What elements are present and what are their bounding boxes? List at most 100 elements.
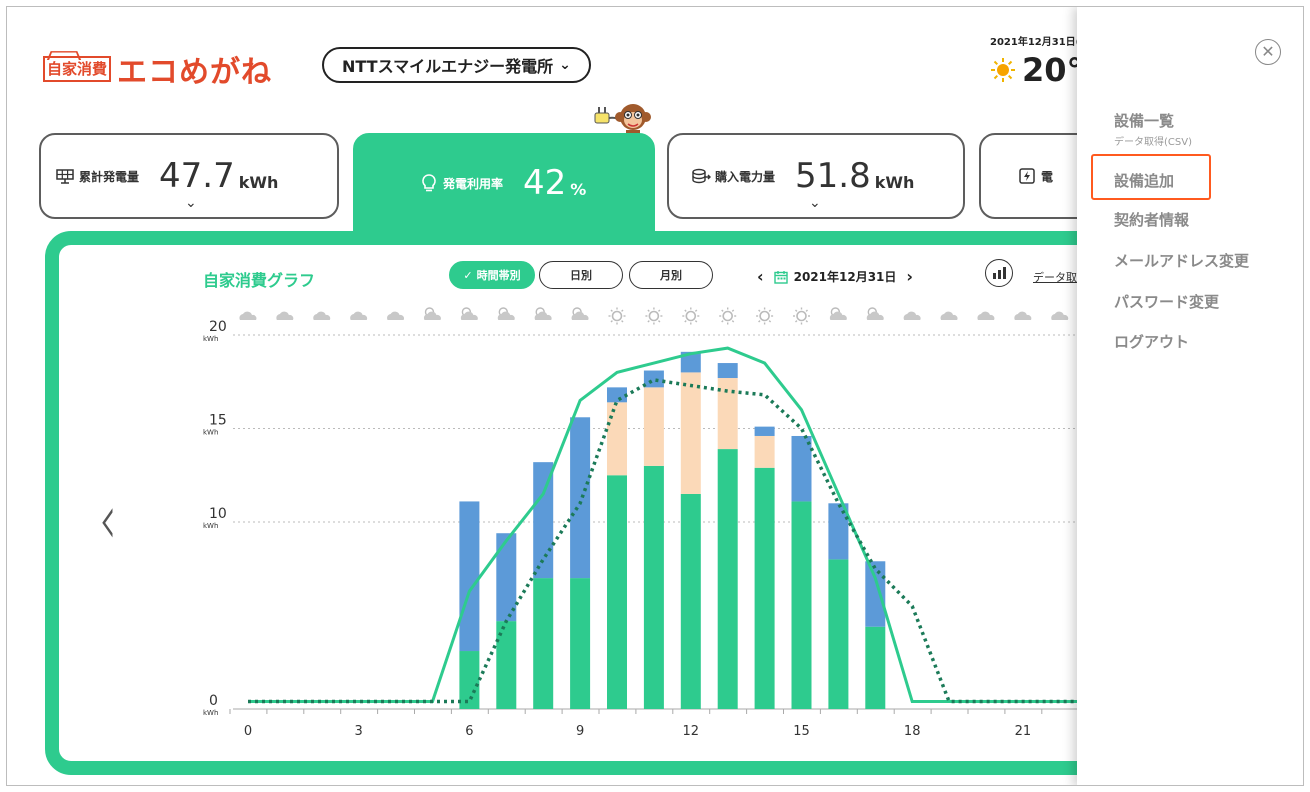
chevron-down-icon[interactable]: ⌄ [185, 195, 197, 211]
cloud-icon [1014, 311, 1032, 320]
bar-segment [570, 578, 591, 709]
card-value: 42 [523, 163, 567, 203]
sun-ray [805, 309, 809, 312]
cloud-icon [350, 311, 368, 320]
sun-ray [758, 309, 761, 312]
app-frame: 自家消費 エコめがね NTTスマイルエナジー発電所 ⌄ 2021年12月31日(… [6, 6, 1304, 786]
x-tick-label: 15 [793, 724, 810, 739]
cloud-icon [239, 311, 257, 320]
menu-item-logout[interactable]: ログアウト [1114, 331, 1189, 352]
solar-panel-icon [56, 169, 74, 184]
sun-ray [731, 320, 735, 323]
cloud-icon [313, 311, 331, 320]
sun-ray [694, 320, 698, 323]
bar-segment [570, 417, 591, 579]
cloud-icon [940, 311, 958, 320]
y-unit-label: kWh [203, 522, 218, 530]
chevron-down-icon: ⌄ [559, 57, 571, 73]
app-logo[interactable]: 自家消費 エコめがね [43, 47, 272, 91]
plant-selector[interactable]: NTTスマイルエナジー発電所 ⌄ [322, 47, 591, 83]
bar-segment [828, 559, 849, 709]
card-total-generation[interactable]: 累計発電量 47.7 kWh ⌄ [39, 133, 339, 219]
sun-ray [768, 320, 772, 323]
cloud-icon [423, 311, 441, 320]
sun-ray [684, 309, 687, 312]
sun-ray [794, 320, 798, 323]
cloud-icon [571, 311, 589, 320]
logo-text: エコめがね [117, 55, 273, 90]
sun-ray [694, 309, 698, 312]
menu-item-add-equipment[interactable]: 設備追加 [1114, 170, 1174, 191]
plant-name: NTTスマイルエナジー発電所 [342, 57, 554, 76]
sun-icon [759, 310, 770, 322]
battery-bolt-icon [1019, 168, 1035, 184]
bar-segment [607, 402, 627, 476]
mascot-icon [594, 104, 651, 137]
menu-sub-csv[interactable]: データ取得(CSV) [1114, 133, 1192, 148]
bar-segment [607, 475, 627, 709]
card-generation-usage-rate[interactable]: 発電利用率 42 % [353, 133, 655, 233]
bar-segment [643, 465, 664, 709]
bar-segment [643, 387, 664, 466]
menu-drawer [1077, 7, 1303, 785]
close-icon[interactable]: ✕ [1255, 39, 1281, 65]
y-unit-label: kWh [203, 429, 218, 437]
bar-segment [754, 426, 775, 436]
sun-ray [721, 309, 724, 312]
card-purchased-power[interactable]: 購入電力量 51.8 kWh ⌄ [667, 133, 965, 219]
card-label: 電 [1041, 169, 1054, 184]
sun-ray [647, 320, 650, 323]
menu-item-equipment-list[interactable]: 設備一覧 [1114, 110, 1174, 131]
lightbulb-icon [422, 174, 436, 192]
cloud-icon [460, 311, 478, 320]
menu-item-change-password[interactable]: パスワード変更 [1114, 291, 1219, 312]
current-date: 2021年12月31日( [990, 37, 1081, 48]
cloud-icon [977, 311, 995, 320]
sun-icon [722, 310, 734, 322]
menu-item-contractor-info[interactable]: 契約者情報 [1114, 209, 1189, 230]
y-unit-label: kWh [203, 709, 218, 717]
x-tick-label: 0 [244, 724, 252, 739]
x-tick-label: 9 [576, 724, 584, 739]
x-tick-label: 21 [1015, 724, 1032, 739]
chart-panel: 自家消費グラフ ✓ 時間帯別 日別 月別 ‹ 2021年12月31日 › データ… [45, 231, 1155, 775]
sun-ray [721, 320, 724, 323]
x-tick-label: 12 [683, 724, 700, 739]
x-tick-label: 3 [355, 724, 363, 739]
sun-ray [621, 320, 624, 323]
sun-ray [658, 320, 661, 323]
weather-display: 20° [990, 51, 1083, 89]
cloud-icon [1051, 311, 1069, 320]
card-value: 51.8 [795, 156, 871, 196]
sun-ray [647, 309, 650, 312]
generation-line [248, 346, 1097, 704]
logo-badge: 自家消費 [43, 56, 112, 82]
x-tick-label: 6 [465, 724, 473, 739]
x-tick-label: 18 [904, 724, 921, 739]
bar-segment [865, 561, 886, 627]
bar-segment [754, 435, 775, 468]
bar-segment [459, 651, 480, 709]
sun-ray [805, 320, 809, 323]
sun-ray [658, 309, 661, 312]
cloud-icon [497, 311, 515, 320]
sun-icon [685, 310, 697, 322]
card-unit: % [570, 179, 587, 199]
cloud-icon [866, 311, 884, 320]
cloud-icon [903, 311, 921, 320]
bar-segment [680, 372, 701, 494]
bar-segment [791, 501, 812, 709]
sun-ray [610, 320, 613, 323]
bar-segment [865, 626, 886, 709]
chevron-down-icon[interactable]: ⌄ [809, 195, 821, 211]
sun-icon [796, 310, 807, 322]
temperature: 20° [1022, 51, 1083, 89]
sun-icon [990, 57, 1016, 83]
sun-ray [794, 309, 798, 312]
bar-segment [717, 449, 738, 709]
coins-icon [692, 168, 711, 184]
menu-item-change-email[interactable]: メールアドレス変更 [1114, 250, 1249, 271]
cloud-icon [276, 311, 294, 320]
bar-segment [533, 578, 554, 709]
card-unit: kWh [874, 172, 915, 192]
